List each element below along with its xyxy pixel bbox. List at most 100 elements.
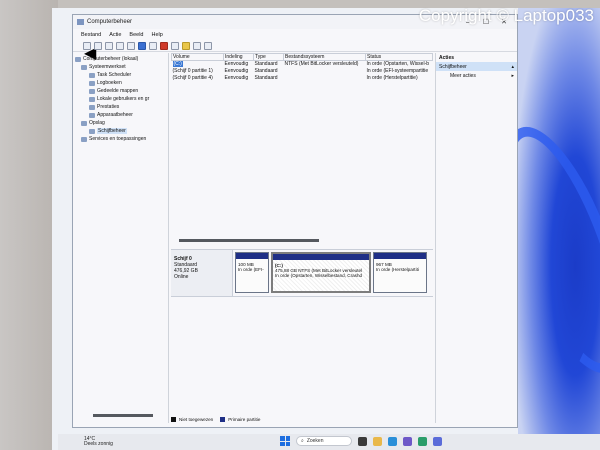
column-volume[interactable]: Volume: [171, 53, 224, 61]
volume-filesystem: NTFS (Met BitLocker versleuteld): [284, 61, 359, 68]
partition-status: In orde (EFI-: [238, 267, 264, 272]
navigation-tree: Computerbeheer (lokaal) Systeemwerkset T…: [73, 53, 169, 423]
actions-section-label: Schijfbeheer: [439, 63, 467, 70]
partition-c[interactable]: (C:) 475,88 GB NTFS (Met BitLocker versl…: [271, 252, 371, 293]
taskbar-search-label: Zoeken: [306, 438, 324, 444]
disk-icon: [89, 128, 95, 134]
partition-status: In orde (Herstelpartiti: [376, 267, 419, 272]
column-indeling[interactable]: Indeling: [223, 53, 254, 61]
tree-item-task-scheduler[interactable]: Task Scheduler: [73, 71, 168, 79]
up-folder-icon[interactable]: [105, 41, 113, 50]
view-icon[interactable]: [149, 41, 157, 50]
tree-item-opslag[interactable]: Opslag: [73, 119, 168, 127]
volume-type: Standaard: [254, 68, 278, 74]
tree-scrollbar[interactable]: [93, 414, 153, 417]
delete-icon[interactable]: [160, 41, 168, 50]
services-icon: [81, 136, 87, 142]
show-tree-icon[interactable]: [116, 41, 124, 50]
back-icon[interactable]: ◀: [83, 41, 96, 62]
volume-layout: Eenvoudig: [224, 68, 249, 74]
copyright-watermark: Copyright © Laptop033: [418, 6, 594, 25]
volume-filesystem: [284, 75, 366, 82]
tree-item-prestaties[interactable]: Prestaties: [73, 103, 168, 111]
menu-actie[interactable]: Actie: [109, 32, 121, 38]
forward-icon[interactable]: [94, 41, 102, 50]
properties-icon[interactable]: [127, 41, 135, 50]
open-folder-icon[interactable]: [182, 41, 190, 50]
volume-status: In orde (EFI-systeempartitie: [366, 68, 429, 74]
tree-item-apparaatbeheer[interactable]: Apparaatbeheer: [73, 111, 168, 119]
volume-filesystem: [284, 68, 366, 75]
taskbar-center: ⌕ Zoeken: [280, 436, 442, 446]
volume-layout: Eenvoudig: [224, 61, 249, 68]
file-explorer-icon[interactable]: [373, 436, 382, 446]
windows-start-icon[interactable]: [280, 436, 290, 446]
volume-name: (Schijf 0 partitie 4): [172, 75, 213, 81]
menu-beeld[interactable]: Beeld: [129, 32, 143, 38]
task-view-icon[interactable]: [358, 436, 367, 446]
check-icon[interactable]: [171, 41, 179, 50]
actions-section-schijfbeheer[interactable]: Schijfbeheer ▴: [436, 62, 517, 71]
more-actions-item[interactable]: Meer acties ▸: [436, 71, 517, 80]
table-row[interactable]: (C:) Eenvoudig Standaard NTFS (Met BitLo…: [172, 61, 433, 68]
disk-info[interactable]: Schijf 0 Standaard 476,92 GB Online: [171, 250, 233, 296]
chevron-up-icon: ▴: [511, 63, 514, 70]
menu-bestand[interactable]: Bestand: [81, 32, 101, 38]
menu-bar: Bestand Actie Beeld Help: [73, 29, 517, 40]
volume-status: In orde (Herstelpartitie): [366, 75, 418, 81]
volume-name: (Schijf 0 partitie 1): [172, 68, 213, 74]
partition-recovery[interactable]: 967 MB In orde (Herstelpartiti: [373, 252, 427, 293]
column-bestandssysteem[interactable]: Bestandssysteem: [283, 53, 366, 61]
edge-icon[interactable]: [388, 436, 397, 446]
refresh-icon[interactable]: [204, 41, 212, 50]
table-row[interactable]: (Schijf 0 partitie 1) Eenvoudig Standaar…: [172, 68, 433, 75]
clock-icon: [89, 72, 95, 78]
search-icon: ⌕: [301, 438, 304, 444]
tree-item-systeemwerkset[interactable]: Systeemwerkset: [73, 63, 168, 71]
computer-management-window: Computerbeheer – ☐ ✕ Bestand Actie Beeld…: [72, 14, 518, 428]
tree-item-schijfbeheer[interactable]: Schijfbeheer: [73, 127, 168, 135]
tools-icon: [81, 64, 87, 70]
storage-icon: [81, 120, 87, 126]
tree-item-lokale-gebruikers[interactable]: Lokale gebruikers en gr: [73, 95, 168, 103]
tree-item-gedeelde-mappen[interactable]: Gedeelde mappen: [73, 87, 168, 95]
search-icon[interactable]: [193, 41, 201, 50]
tree-item-logboeken[interactable]: Logboeken: [73, 79, 168, 87]
window-title: Computerbeheer: [87, 19, 133, 25]
partition-efi[interactable]: 100 MB In orde (EFI-: [235, 252, 269, 293]
legend-primary: Primaire partitie: [228, 417, 261, 422]
disk-status: Online: [174, 274, 189, 280]
unallocated-swatch: [171, 417, 176, 422]
log-icon: [89, 80, 95, 86]
tree-item-services[interactable]: Services en toepassingen: [73, 135, 168, 143]
users-icon: [89, 96, 95, 102]
column-type[interactable]: Type: [253, 53, 284, 61]
partition-status: In orde (Opstarten, Wisselbestand, Crash…: [275, 273, 363, 278]
partition-legend: Niet toegewezen Primaire partitie: [171, 417, 260, 422]
partition-cap: [236, 253, 268, 259]
weather-description: Deels zonnig: [84, 441, 113, 447]
menu-help[interactable]: Help: [152, 32, 163, 38]
computer-icon: [75, 56, 81, 62]
device-icon: [89, 112, 95, 118]
table-row[interactable]: (Schijf 0 partitie 4) Eenvoudig Standaar…: [172, 75, 433, 82]
volume-table-scrollbar[interactable]: [179, 239, 319, 242]
disk-management-pane: Volume Indeling Type Bestandssysteem Sta…: [171, 53, 433, 423]
weather-widget[interactable]: 14°C Deels zonnig: [84, 437, 113, 447]
volume-layout: Eenvoudig: [224, 75, 249, 81]
laptop-bezel-left: [0, 0, 58, 450]
more-actions-label: Meer acties: [450, 72, 476, 79]
help-icon[interactable]: [138, 41, 146, 50]
app-icon-green[interactable]: [418, 436, 427, 446]
settings-icon[interactable]: [433, 436, 442, 446]
volume-type: Standaard: [254, 75, 278, 81]
tree-item-computerbeheer[interactable]: Computerbeheer (lokaal): [73, 55, 168, 63]
disk-map: Schijf 0 Standaard 476,92 GB Online 100 …: [171, 249, 433, 297]
volume-status: In orde (Opstarten, Wissel-b: [366, 61, 430, 68]
actions-header: Acties: [439, 54, 455, 61]
volume-type: Standaard: [254, 61, 278, 68]
primary-swatch: [220, 417, 226, 422]
taskbar-search[interactable]: ⌕ Zoeken: [296, 436, 352, 446]
store-icon[interactable]: [403, 436, 412, 446]
column-status[interactable]: Status: [365, 53, 433, 61]
